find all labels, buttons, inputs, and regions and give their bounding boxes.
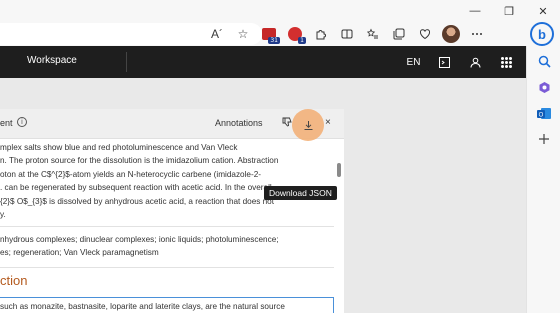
extension-circle-icon[interactable]: 1	[284, 23, 306, 45]
toolbar-icons: A´ ☆ 31 1	[206, 23, 492, 45]
collections-icon[interactable]	[388, 23, 410, 45]
profile-avatar[interactable]	[440, 23, 462, 45]
abstract-line: n. The proton source for the dissolution…	[0, 156, 279, 166]
browser-toolbar: — ❐ ✕ A´ ☆ 31 1 b	[0, 0, 560, 46]
panel-toolbar: ent i Annotations ×	[0, 109, 344, 141]
maximize-button[interactable]: ❐	[492, 0, 526, 22]
paragraph-text: such as monazite, bastnasite, loparite a…	[0, 302, 285, 311]
workspace-link[interactable]: Workspace	[27, 55, 77, 66]
read-aloud-icon[interactable]: A´	[206, 23, 228, 45]
terminal-icon[interactable]	[429, 46, 460, 78]
divider	[0, 267, 334, 268]
edge-sidebar: O	[526, 46, 560, 313]
annotations-tab[interactable]: Annotations	[215, 118, 263, 128]
extension-badge: 1	[298, 37, 306, 44]
abstract-line: mplex salts show blue and red photolumin…	[0, 143, 238, 152]
header-divider	[126, 52, 127, 72]
apps-grid-icon[interactable]	[491, 46, 522, 78]
extension-badge: 31	[268, 37, 280, 44]
download-icon	[304, 120, 312, 130]
header-actions: EN	[398, 46, 522, 78]
abstract-line: oton at the C$^{2}$-atom yields an N-het…	[0, 169, 261, 179]
close-panel-button[interactable]: ×	[325, 117, 331, 128]
avatar	[442, 25, 460, 43]
download-json-button[interactable]	[292, 109, 324, 141]
abstract-text: mplex salts show blue and red photolumin…	[0, 141, 332, 221]
abstract-line: y.	[0, 210, 6, 220]
selected-paragraph[interactable]: such as monazite, bastnasite, loparite a…	[0, 297, 334, 313]
split-screen-icon[interactable]	[336, 23, 358, 45]
user-icon[interactable]	[460, 46, 491, 78]
panel-title: ent	[0, 118, 13, 128]
document-panel: ent i Annotations × mplex salts show blu…	[0, 109, 344, 313]
add-sidebar-app-icon[interactable]	[535, 130, 553, 148]
bing-copilot-button[interactable]: b	[530, 22, 554, 46]
extension-calendar-icon[interactable]: 31	[258, 23, 280, 45]
keywords-text: nhydrous complexes; dinuclear complexes;…	[0, 233, 332, 260]
section-heading: ction	[0, 273, 28, 288]
keywords-line: es; regeneration; Van Vleck paramagnetis…	[0, 248, 159, 258]
favorites-list-icon[interactable]	[362, 23, 384, 45]
favorite-star-icon[interactable]: ☆	[232, 23, 254, 45]
divider	[0, 226, 334, 227]
language-selector[interactable]: EN	[398, 46, 429, 78]
extensions-puzzle-icon[interactable]	[310, 23, 332, 45]
info-icon[interactable]: i	[17, 117, 27, 127]
thumbs-down-icon[interactable]	[282, 117, 292, 130]
app-header: Workspace EN	[0, 46, 526, 78]
web-page: Workspace EN ent i Annotations × mplex s…	[0, 46, 526, 313]
keywords-line: nhydrous complexes; dinuclear complexes;…	[0, 235, 279, 244]
close-window-button[interactable]: ✕	[526, 0, 560, 22]
minimize-button[interactable]: —	[458, 0, 492, 22]
svg-text:O: O	[539, 112, 544, 118]
download-json-tooltip: Download JSON	[264, 186, 337, 200]
scrollbar-thumb[interactable]	[337, 163, 341, 177]
outlook-icon[interactable]: O	[535, 104, 553, 122]
more-menu-icon[interactable]	[466, 23, 488, 45]
tools-icon[interactable]	[535, 78, 553, 96]
browser-essentials-icon[interactable]	[414, 23, 436, 45]
search-icon[interactable]	[535, 52, 553, 70]
window-controls: — ❐ ✕	[458, 0, 560, 22]
